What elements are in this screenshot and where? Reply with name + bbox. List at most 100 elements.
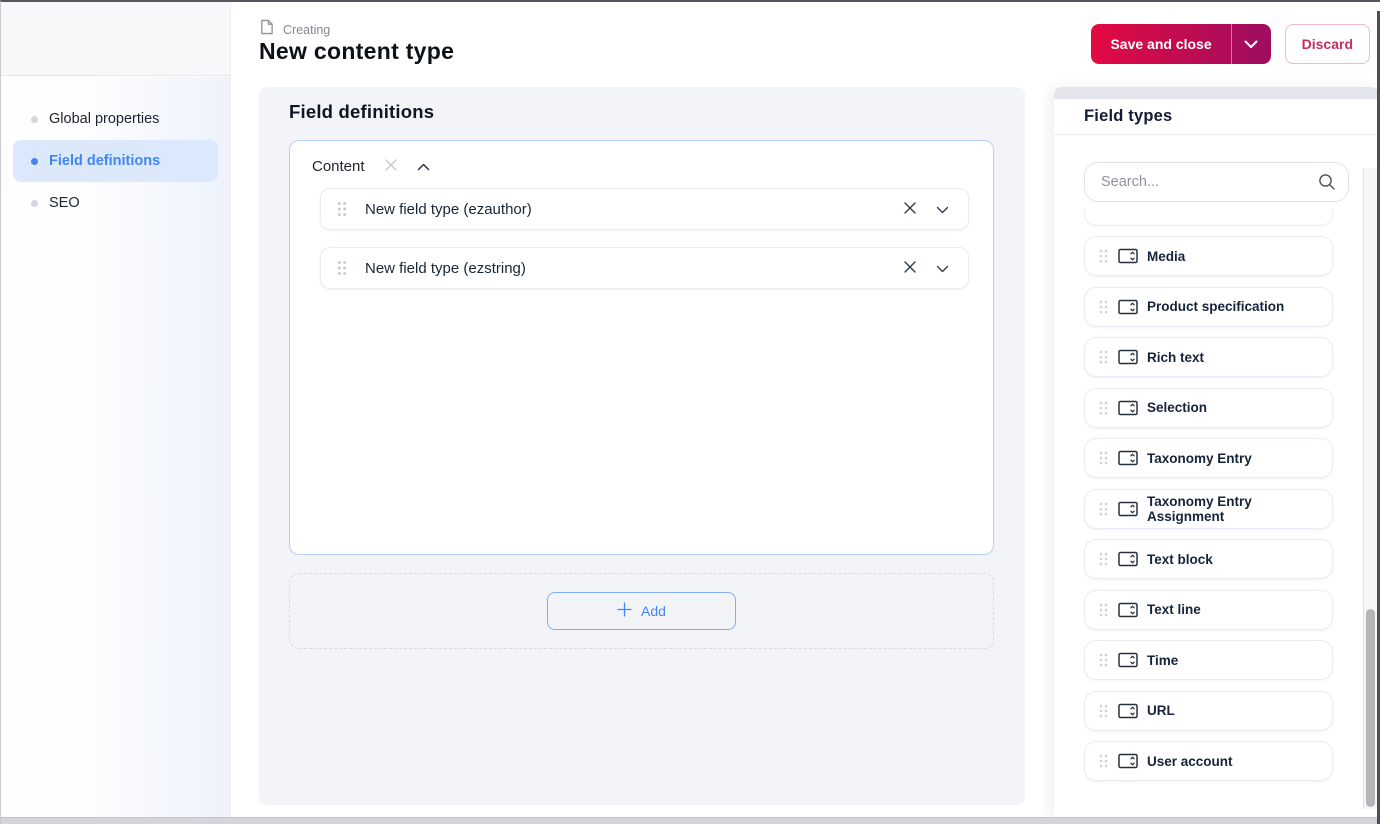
drag-handle-icon[interactable] [1099,653,1108,667]
sidebar-item-label: SEO [49,195,80,211]
plus-icon [617,602,632,620]
field-type-label: Selection [1147,400,1208,415]
panel-scrollbar-thumb[interactable] [1366,609,1375,807]
field-types-search [1084,162,1349,202]
add-group-button[interactable]: Add [547,592,736,630]
remove-field-button[interactable] [903,260,917,277]
field-type-icon [1118,450,1138,466]
field-type-card-user-account[interactable]: User account [1084,741,1333,781]
remove-group-button[interactable] [384,158,398,175]
page-header: Creating New content type Save and close… [231,4,1377,87]
kicker-label: Creating [283,22,331,37]
field-types-title: Field types [1084,107,1173,125]
field-types-panel: Field types Media Product sp [1054,87,1379,817]
remove-field-button[interactable] [903,201,917,218]
field-definition-label: New field type (ezauthor) [365,200,532,218]
field-type-icon [1118,753,1138,769]
field-type-label: Text block [1147,551,1213,567]
collapse-group-button[interactable] [417,159,430,174]
field-definition-row[interactable]: New field type (ezstring) [320,247,969,289]
field-type-icon [1118,248,1138,264]
left-sidebar: Global properties Field definitions SEO [1,2,231,817]
bullet-dot-icon [31,199,38,207]
field-type-label: Media [1147,248,1186,264]
save-and-close-split-button[interactable]: Save and close [1091,24,1271,64]
field-type-card-text-block[interactable]: Text block [1084,539,1333,579]
field-definitions-panel: Field definitions Content New field type… [259,87,1025,805]
field-type-card-clipped[interactable] [1084,210,1333,226]
expand-field-button[interactable] [936,261,949,276]
app-window: Global properties Field definitions SEO … [0,0,1380,824]
drag-handle-icon[interactable] [1099,249,1108,263]
sidebar-item-field-definitions[interactable]: Field definitions [13,140,218,182]
field-types-list: Media Product specification Rich text Se… [1084,210,1333,781]
window-bottom-edge [1,817,1380,824]
field-type-card-time[interactable]: Time [1084,640,1333,680]
drag-handle-icon[interactable] [1099,704,1108,718]
drag-handle-icon[interactable] [1099,300,1108,314]
sidebar-item-seo[interactable]: SEO [13,182,218,224]
drag-handle-icon[interactable] [1099,401,1108,415]
field-type-icon [1118,349,1138,365]
close-icon [384,158,398,175]
document-icon [259,19,274,40]
bullet-dot-icon [31,157,38,165]
panel-top-strip [1054,87,1379,99]
field-type-label: Rich text [1147,349,1205,365]
save-and-close-button[interactable]: Save and close [1091,24,1230,64]
chevron-down-icon [936,261,949,276]
field-type-label: Taxonomy Entry [1147,450,1252,466]
field-group-content: Content New field type (ezauthor) New fi… [289,140,994,555]
header-actions: Save and close Discard [1091,24,1370,64]
panel-scrollbar-track[interactable] [1363,168,1377,809]
search-icon[interactable] [1318,173,1336,196]
discard-button[interactable]: Discard [1284,24,1370,64]
save-options-toggle[interactable] [1230,24,1271,64]
field-type-card-taxonomy-entry[interactable]: Taxonomy Entry [1084,438,1333,478]
field-type-label: Product specification [1147,299,1285,314]
field-type-icon [1118,602,1138,618]
field-type-card-selection[interactable]: Selection [1084,387,1333,428]
field-type-card-url[interactable]: URL [1084,690,1333,731]
field-type-label: URL [1147,703,1175,718]
drag-handle-icon[interactable] [1099,603,1108,617]
field-definition-row[interactable]: New field type (ezauthor) [320,188,969,230]
field-type-card-rich-text[interactable]: Rich text [1084,337,1333,377]
close-icon [903,201,917,218]
drag-handle-icon[interactable] [1099,502,1108,516]
field-type-card-taxonomy-entry-assignment[interactable]: Taxonomy Entry Assignment [1084,488,1333,529]
field-type-icon [1118,299,1138,315]
field-type-card-product-specification[interactable]: Product specification [1084,286,1333,327]
field-type-icon [1118,703,1138,719]
close-icon [903,260,917,277]
field-types-header: Field types [1054,99,1379,135]
field-type-label: User account [1147,753,1233,769]
sidebar-item-label: Global properties [49,111,160,127]
field-type-icon [1118,501,1138,517]
field-definition-list: New field type (ezauthor) New field type… [290,188,993,289]
drag-handle-icon[interactable] [1099,350,1108,364]
sidebar-item-global-properties[interactable]: Global properties [13,98,218,140]
field-definition-label: New field type (ezstring) [365,259,526,277]
drag-handle-icon[interactable] [1099,451,1108,465]
chevron-up-icon [417,159,430,174]
search-input[interactable] [1084,162,1349,202]
chevron-down-icon [936,202,949,217]
page-title: New content type [259,38,455,64]
field-type-card-media[interactable]: Media [1084,236,1333,276]
breadcrumb: Creating [259,19,330,40]
field-type-label: Time [1147,652,1179,668]
expand-field-button[interactable] [936,202,949,217]
field-type-card-text-line[interactable]: Text line [1084,589,1333,630]
drag-handle-icon[interactable] [337,201,347,217]
add-group-dropzone: Add [289,573,994,649]
field-type-icon [1118,400,1138,416]
drag-handle-icon[interactable] [1099,552,1108,566]
drag-handle-icon[interactable] [1099,754,1108,768]
section-title: Field definitions [289,101,435,122]
sidebar-item-label: Field definitions [49,153,161,169]
drag-handle-icon[interactable] [337,260,347,276]
field-type-icon [1118,652,1138,668]
field-type-label: Text line [1147,602,1201,617]
field-group-title: Content [312,158,365,175]
